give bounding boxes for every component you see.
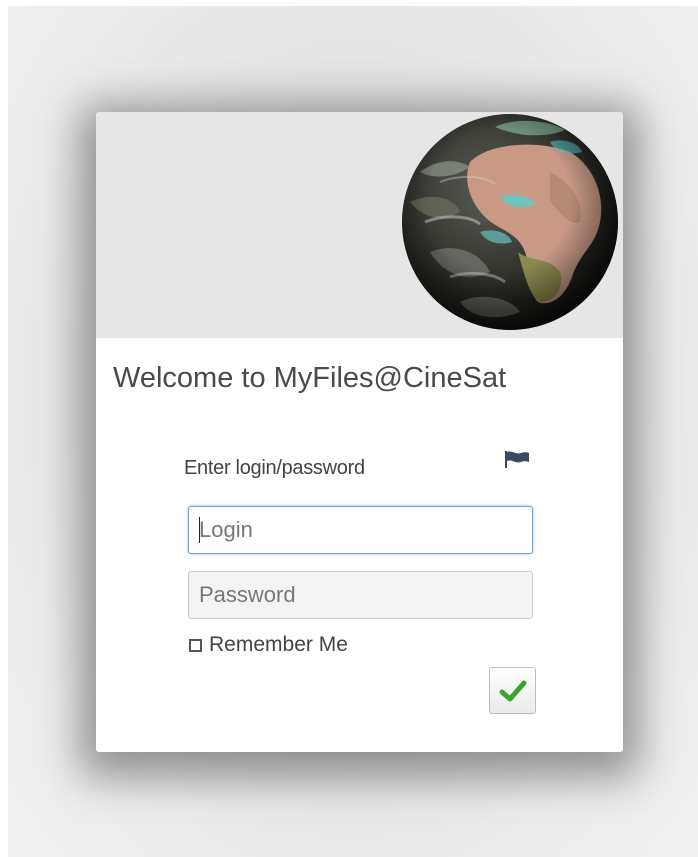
remember-me-checkbox[interactable] [189, 638, 202, 652]
earth-globe-icon [402, 114, 618, 330]
remember-me-label: Remember Me [209, 633, 348, 656]
login-input[interactable] [188, 506, 533, 554]
checkmark-icon [499, 680, 526, 701]
password-input[interactable] [188, 571, 533, 619]
dialog-title: Welcome to MyFiles@CineSat [113, 362, 507, 394]
remember-me-option[interactable]: Remember Me [189, 633, 348, 657]
dialog-header [96, 112, 623, 338]
text-caret [199, 517, 200, 543]
flag-icon[interactable] [502, 449, 532, 469]
login-dialog: Welcome to MyFiles@CineSat Enter login/p… [96, 112, 623, 752]
login-prompt: Enter login/password [184, 457, 365, 479]
submit-button[interactable] [489, 667, 536, 714]
